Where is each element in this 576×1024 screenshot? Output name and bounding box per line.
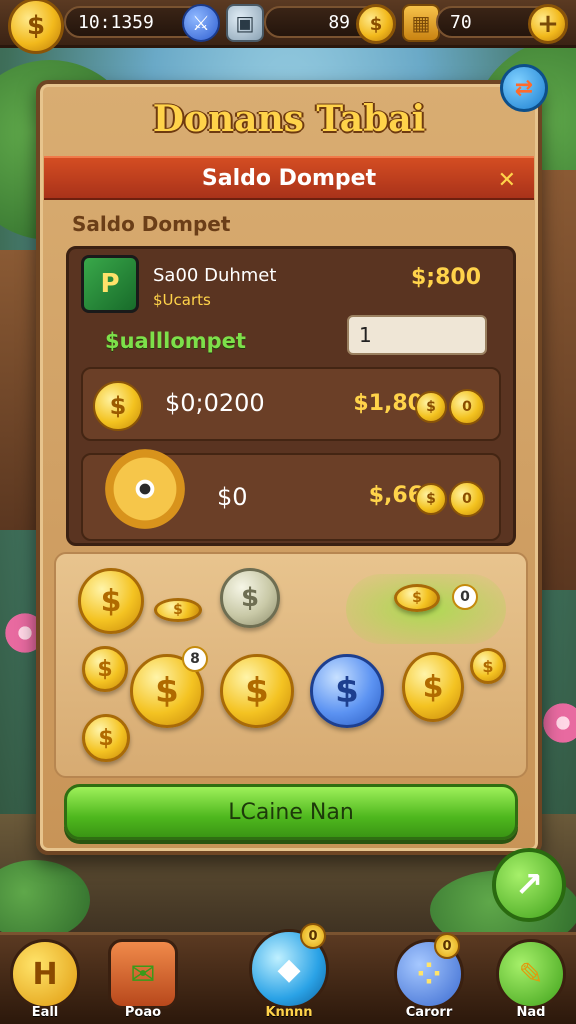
silver-coin-option[interactable]: $ <box>220 568 280 628</box>
envelope-plant-icon: ✉ <box>108 939 178 1009</box>
tray-badge-2: 0 <box>452 584 478 610</box>
gold-coin-icon: $ <box>93 381 143 431</box>
gold-coin-option[interactable]: $ <box>78 568 144 634</box>
account-subtitle: $Ucarts <box>153 291 211 309</box>
coin-slot-icon: 0 <box>449 389 485 425</box>
nav-badge-crystal: 0 <box>300 923 326 949</box>
wallet-label: $ualllompet <box>105 329 246 353</box>
coin-slot-icon: 0 <box>449 481 485 517</box>
sun-eye-icon <box>105 449 185 529</box>
chest-icon[interactable]: ▣ <box>226 4 264 42</box>
small-coin-icon: $ <box>470 648 506 684</box>
h-icon: H <box>10 939 80 1009</box>
nav-item-tools[interactable]: ✎ Nad <box>486 939 576 1020</box>
nav-label-mail: Poao <box>124 1005 162 1020</box>
add-currency-button[interactable]: + <box>528 4 568 44</box>
account-amount: $;800 <box>410 265 481 290</box>
close-icon[interactable]: ✕ <box>498 158 516 202</box>
nav-label-game: Carorr <box>405 1005 453 1020</box>
quantity-input[interactable] <box>347 315 487 355</box>
flying-coin-icon: $ <box>394 584 440 612</box>
dialog-header-text: Saldo Dompet <box>201 165 377 191</box>
account-name: Sa00 Duhmet <box>153 265 277 286</box>
coin-selection-tray: $ $ $ $ 0 $ $ 8 $ $ $ $ $ <box>54 552 528 778</box>
balance-row-2[interactable]: $0 $,66 $ 0 <box>81 449 501 541</box>
gold-coin-option-2[interactable]: $ <box>220 654 294 728</box>
gold-coin-icon[interactable]: $ <box>8 0 64 54</box>
nav-label-crystal: Knnnn <box>265 1005 313 1020</box>
coin-balance-text: 10:1359 <box>78 11 154 33</box>
confirm-button[interactable]: LCaine Nan <box>64 784 518 840</box>
row-1-text: $0;0200 <box>165 389 265 417</box>
nav-item-home[interactable]: H Eall <box>0 939 90 1020</box>
blue-coin-option[interactable]: $ <box>310 654 384 728</box>
small-gold-coin-option-2[interactable]: $ <box>82 714 130 762</box>
dialog-title: Donans Tabai <box>152 98 426 140</box>
top-resource-bar: $ 10:1359 ⚔ ▣ 89 $ ▦ 70 + <box>0 0 576 54</box>
account-avatar: P <box>81 255 139 313</box>
wallet-dialog: Donans Tabai ⇄ Saldo Dompet ✕ Saldo Domp… <box>36 64 548 855</box>
section-label: Saldo Dompet <box>72 212 231 236</box>
row-2-text: $0 <box>217 483 248 511</box>
treasure-box-icon[interactable]: ▦ <box>402 4 440 42</box>
tray-badge-1: 8 <box>182 646 208 672</box>
nav-label-home: Eall <box>31 1005 59 1020</box>
nav-item-crystal[interactable]: ◆ 0 Knnnn <box>244 923 334 1020</box>
gem-balance-text: 89 <box>328 11 350 33</box>
coin-stack-icon: $ <box>154 598 202 622</box>
nav-item-game[interactable]: ⁘ 0 Carorr <box>384 933 474 1020</box>
sword-icon[interactable]: ⚔ <box>182 4 220 42</box>
nav-badge-game: 0 <box>434 933 460 959</box>
nav-item-mail[interactable]: ✉ Poao <box>98 939 188 1020</box>
bottom-navigation: H Eall ✉ Poao ◆ 0 Knnnn ⁘ 0 Carorr ✎ Nad <box>0 923 576 1024</box>
settings-icon[interactable]: ⇄ <box>500 64 548 112</box>
wallet-box: P Sa00 Duhmet $Ucarts $;800 $ualllompet … <box>66 246 516 546</box>
balance-row-1[interactable]: $ $0;0200 $1,80 $ 0 <box>81 367 501 441</box>
small-gold-coin-option[interactable]: $ <box>82 646 128 692</box>
dialog-header: Saldo Dompet ✕ <box>44 156 534 200</box>
nav-label-tools: Nad <box>516 1005 546 1020</box>
wrench-icon: ✎ <box>496 939 566 1009</box>
arrow-icon[interactable]: ↗ <box>492 848 566 922</box>
flower-right <box>540 700 576 746</box>
row-1-value: $1,80 <box>353 391 423 416</box>
small-coin-icon: $ <box>415 483 447 515</box>
gold-coin-option-3[interactable]: $ <box>402 652 464 722</box>
coin-icon[interactable]: $ <box>356 4 396 44</box>
small-coin-icon: $ <box>415 391 447 423</box>
chest-balance-text: 70 <box>450 11 472 33</box>
